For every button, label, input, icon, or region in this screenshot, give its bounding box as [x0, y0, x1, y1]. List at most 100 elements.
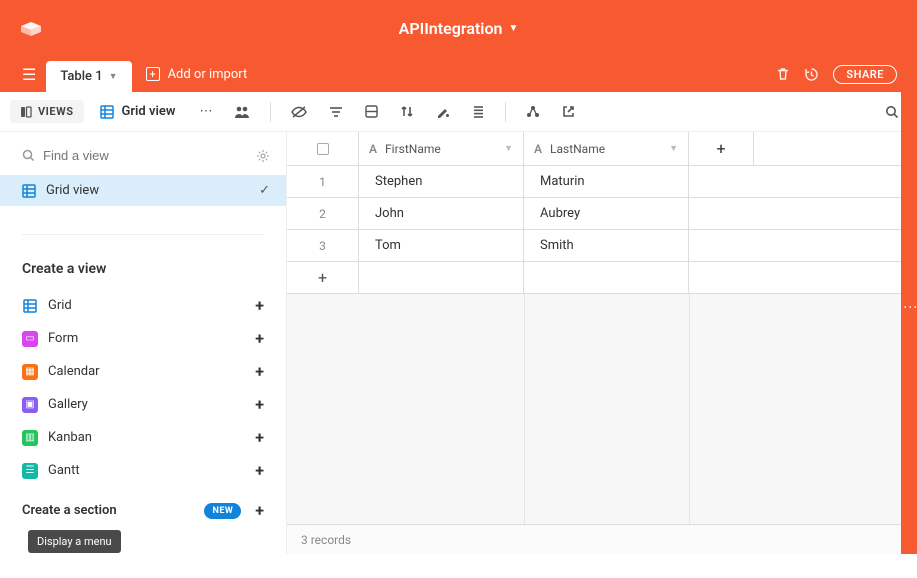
- gear-icon[interactable]: [256, 149, 270, 163]
- hamburger-menu-icon[interactable]: ☰: [12, 65, 46, 84]
- calendar-icon: ▦: [22, 364, 38, 380]
- column-label: LastName: [550, 142, 605, 156]
- right-rail: ⋮: [901, 0, 917, 554]
- row-number[interactable]: 1: [287, 166, 359, 197]
- tab-table1[interactable]: Table 1 ▼: [46, 61, 131, 92]
- column-header-lastname[interactable]: A LastName ▼: [524, 132, 689, 165]
- plus-icon: +: [255, 461, 264, 480]
- drag-handle-icon[interactable]: ⋮: [908, 300, 912, 313]
- share-view-icon[interactable]: [518, 101, 548, 123]
- add-column-button[interactable]: +: [689, 132, 754, 165]
- plus-icon[interactable]: +: [287, 262, 359, 293]
- add-or-import-button[interactable]: + Add or import: [132, 67, 262, 82]
- checkbox-icon[interactable]: [317, 143, 329, 155]
- create-item-label: Gantt: [48, 463, 80, 478]
- views-toggle-button[interactable]: VIEWS: [10, 100, 84, 123]
- create-grid-view[interactable]: Grid +: [0, 289, 286, 322]
- cell-firstname[interactable]: John: [359, 198, 524, 229]
- plus-icon: +: [255, 428, 264, 447]
- grid-icon: [22, 298, 38, 314]
- find-view-input[interactable]: [43, 148, 248, 163]
- current-view-label: Grid view: [122, 104, 176, 119]
- create-kanban-view[interactable]: ▥ Kanban +: [0, 421, 286, 454]
- search-icon: [22, 149, 35, 162]
- row-number[interactable]: 3: [287, 230, 359, 261]
- create-item-label: Kanban: [48, 430, 92, 445]
- caret-down-icon[interactable]: ▼: [669, 143, 678, 154]
- trash-icon[interactable]: [776, 67, 790, 81]
- plus-icon: +: [255, 395, 264, 414]
- form-icon: ▭: [22, 331, 38, 347]
- check-icon: ✓: [259, 183, 270, 198]
- kanban-icon: ▥: [22, 430, 38, 446]
- base-title: APIIntegration: [399, 19, 503, 38]
- create-calendar-view[interactable]: ▦ Calendar +: [0, 355, 286, 388]
- views-sidebar: Grid view ✓ Create a view Grid + ▭ Form …: [0, 132, 287, 554]
- gantt-icon: ☰: [22, 463, 38, 479]
- history-icon[interactable]: [804, 67, 819, 82]
- group-icon[interactable]: [357, 101, 386, 122]
- create-section-button[interactable]: Create a section NEW +: [0, 491, 286, 526]
- create-item-label: Gallery: [48, 397, 88, 412]
- cell-lastname[interactable]: Maturin: [524, 166, 689, 197]
- create-item-label: Calendar: [48, 364, 100, 379]
- more-icon[interactable]: ⋯: [191, 100, 220, 123]
- caret-down-icon[interactable]: ▼: [504, 143, 513, 154]
- app-logo[interactable]: [18, 18, 46, 38]
- plus-icon: +: [255, 329, 264, 348]
- new-badge: NEW: [204, 503, 241, 519]
- cell-lastname[interactable]: Smith: [524, 230, 689, 261]
- grid-icon: [22, 184, 36, 198]
- plus-square-icon: +: [146, 67, 160, 81]
- plus-icon: +: [255, 296, 264, 315]
- top-bar: APIIntegration ▼: [0, 0, 917, 56]
- create-section-label: Create a section: [22, 503, 117, 518]
- caret-down-icon[interactable]: ▼: [109, 71, 118, 82]
- open-external-icon[interactable]: [554, 101, 583, 122]
- gallery-icon: ▣: [22, 397, 38, 413]
- create-view-header: Create a view: [0, 253, 286, 285]
- row-number[interactable]: 2: [287, 198, 359, 229]
- create-item-label: Form: [48, 331, 78, 346]
- create-item-label: Grid: [48, 298, 72, 313]
- cell-lastname[interactable]: Aubrey: [524, 198, 689, 229]
- create-gallery-view[interactable]: ▣ Gallery +: [0, 388, 286, 421]
- add-row-button[interactable]: +: [287, 262, 917, 294]
- cell-firstname[interactable]: Stephen: [359, 166, 524, 197]
- table-row[interactable]: 3 Tom Smith: [287, 230, 917, 262]
- tables-bar: ☰ Table 1 ▼ + Add or import SHARE: [0, 56, 917, 92]
- base-title-dropdown[interactable]: APIIntegration ▼: [399, 19, 519, 38]
- cell-firstname[interactable]: Tom: [359, 230, 524, 261]
- create-form-view[interactable]: ▭ Form +: [0, 322, 286, 355]
- collaborators-icon[interactable]: [226, 101, 258, 123]
- plus-icon: +: [255, 362, 264, 381]
- plus-icon: +: [255, 501, 264, 520]
- table-row[interactable]: 2 John Aubrey: [287, 198, 917, 230]
- row-height-icon[interactable]: [464, 101, 493, 122]
- column-label: FirstName: [385, 142, 441, 156]
- filter-icon[interactable]: [321, 102, 351, 122]
- views-label: VIEWS: [38, 105, 74, 118]
- view-toolbar: VIEWS Grid view ⋯: [0, 92, 917, 132]
- text-field-icon: A: [369, 142, 377, 156]
- data-grid: A FirstName ▼ A LastName ▼ + 1 Stephen M…: [287, 132, 917, 554]
- tooltip: Display a menu: [28, 530, 121, 553]
- share-button[interactable]: SHARE: [833, 65, 897, 84]
- create-gantt-view[interactable]: ☰ Gantt +: [0, 454, 286, 487]
- record-count: 3 records: [301, 533, 351, 547]
- text-field-icon: A: [534, 142, 542, 156]
- tab-label: Table 1: [60, 69, 102, 84]
- add-import-label: Add or import: [168, 67, 248, 82]
- sort-icon[interactable]: [392, 101, 422, 122]
- hide-fields-icon[interactable]: [283, 102, 315, 122]
- sidebar-view-grid[interactable]: Grid view ✓: [0, 175, 286, 206]
- divider: [22, 234, 264, 235]
- color-icon[interactable]: [428, 101, 458, 122]
- select-all-header[interactable]: [287, 132, 359, 165]
- current-view-dropdown[interactable]: Grid view: [90, 99, 186, 124]
- table-row[interactable]: 1 Stephen Maturin: [287, 166, 917, 198]
- grid-icon: [100, 105, 114, 119]
- view-label: Grid view: [46, 183, 99, 198]
- column-header-firstname[interactable]: A FirstName ▼: [359, 132, 524, 165]
- caret-down-icon: ▼: [508, 23, 518, 34]
